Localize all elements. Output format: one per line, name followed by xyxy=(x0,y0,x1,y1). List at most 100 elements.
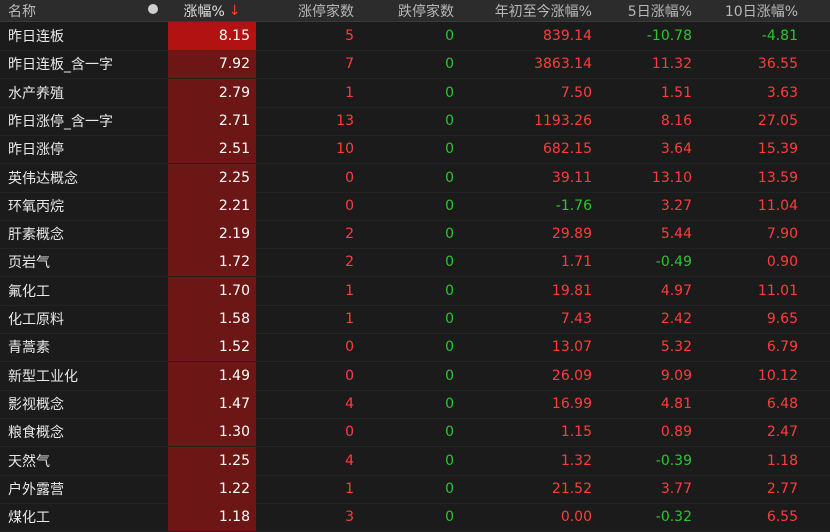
ytd-change-cell: 7.43 xyxy=(560,311,592,327)
change-pct-cell: 1.22 xyxy=(168,474,256,503)
limit-up-count-cell: 0 xyxy=(345,339,354,356)
change-pct-cell: 2.21 xyxy=(168,191,256,220)
sort-descending-icon[interactable]: ↓ xyxy=(229,3,241,19)
limit-down-count-cell: 0 xyxy=(445,509,454,526)
ytd-change-cell: 839.14 xyxy=(543,28,592,44)
limit-up-count-cell: 1 xyxy=(345,480,354,497)
ytd-change-cell: 1.32 xyxy=(560,452,592,469)
limit-down-count-cell: 0 xyxy=(445,169,454,186)
d5-change-cell: 0.89 xyxy=(660,424,692,441)
d5-change-cell: 9.09 xyxy=(660,367,692,384)
table-row[interactable]: 昨日连板_含一字 7.92 7 0 3863.14 11.32 36.55 xyxy=(0,50,830,80)
sector-name: 肝素概念 xyxy=(8,227,64,244)
table-row[interactable]: 水产养殖 2.79 1 0 7.50 1.51 3.63 xyxy=(0,78,830,108)
table-row[interactable]: 氟化工 1.70 1 0 19.81 4.97 11.01 xyxy=(0,276,830,306)
change-pct-label: 涨幅% xyxy=(183,3,225,20)
limit-up-count-cell: 1 xyxy=(345,311,354,327)
table-row[interactable]: 肝素概念 2.19 2 0 29.89 5.44 7.90 xyxy=(0,220,830,250)
d10-change-cell: 6.55 xyxy=(766,509,798,526)
d10-change-cell: 6.48 xyxy=(766,395,798,412)
d10-change-cell: 7.90 xyxy=(766,226,798,243)
sector-name: 环氧丙烷 xyxy=(8,198,64,215)
change-pct-cell: 2.79 xyxy=(168,78,256,107)
column-header-name[interactable]: 名称 xyxy=(0,0,168,21)
column-header-10d-change[interactable]: 10日涨幅% xyxy=(694,0,800,21)
change-pct-cell: 7.92 xyxy=(168,50,256,79)
column-header-change-pct[interactable]: 涨幅% ↓ xyxy=(168,0,256,21)
change-pct-cell: 1.18 xyxy=(168,503,256,532)
sector-name: 昨日连板 xyxy=(8,29,64,45)
limit-up-count-cell: 1 xyxy=(345,282,354,299)
sector-name: 影视概念 xyxy=(8,396,64,413)
ytd-change-cell: 29.89 xyxy=(551,226,592,243)
ytd-change-cell: 7.50 xyxy=(560,84,592,101)
d10-change-cell: 2.77 xyxy=(766,480,798,497)
sector-name: 昨日涨停 xyxy=(8,142,64,159)
table-row[interactable]: 新型工业化 1.49 0 0 26.09 9.09 10.12 xyxy=(0,361,830,391)
column-header-ytd-change[interactable]: 年初至今涨幅% xyxy=(456,0,594,21)
table-row[interactable]: 英伟达概念 2.25 0 0 39.11 13.10 13.59 xyxy=(0,163,830,193)
d10-change-cell: 11.04 xyxy=(757,197,798,214)
limit-down-count-cell: 0 xyxy=(445,28,454,44)
limit-up-count-cell: 0 xyxy=(345,424,354,441)
sector-name: 粮食概念 xyxy=(8,425,64,442)
ytd-change-cell: 0.00 xyxy=(560,509,592,526)
column-header-limit-up-count[interactable]: 涨停家数 xyxy=(256,0,356,21)
table-row[interactable]: 粮食概念 1.30 0 0 1.15 0.89 2.47 xyxy=(0,418,830,448)
change-pct-cell: 1.58 xyxy=(168,305,256,333)
d5-change-cell: 3.64 xyxy=(660,141,692,158)
ytd-change-cell: 3863.14 xyxy=(534,56,592,73)
sector-ranking-table: 名称 涨幅% ↓ 涨停家数 跌停家数 年初至今涨幅% 5日涨幅% 10日涨幅% … xyxy=(0,0,830,532)
limit-down-count-cell: 0 xyxy=(445,197,454,214)
d10-change-cell: 15.39 xyxy=(757,141,798,158)
table-row[interactable]: 化工原料 1.58 1 0 7.43 2.42 9.65 xyxy=(0,305,830,334)
change-pct-cell: 1.30 xyxy=(168,418,256,447)
limit-down-count-cell: 0 xyxy=(445,311,454,327)
sector-name: 英伟达概念 xyxy=(8,170,78,187)
table-row[interactable]: 天然气 1.25 4 0 1.32 -0.39 1.18 xyxy=(0,446,830,476)
sector-name: 昨日涨停_含一字 xyxy=(8,113,113,130)
sector-name: 新型工业化 xyxy=(8,368,78,385)
column-header-5d-change[interactable]: 5日涨幅% xyxy=(594,0,694,21)
table-row[interactable]: 页岩气 1.72 2 0 1.71 -0.49 0.90 xyxy=(0,248,830,278)
sector-name: 化工原料 xyxy=(8,312,64,328)
column-header-limit-down-count[interactable]: 跌停家数 xyxy=(356,0,456,21)
limit-down-count-cell: 0 xyxy=(445,424,454,441)
change-pct-cell: 2.25 xyxy=(168,163,256,192)
limit-up-count-cell: 13 xyxy=(336,112,354,129)
change-pct-cell: 1.47 xyxy=(168,389,256,418)
d10-change-cell: 2.47 xyxy=(766,424,798,441)
table-row[interactable]: 青蒿素 1.52 0 0 13.07 5.32 6.79 xyxy=(0,333,830,363)
change-pct-cell: 8.15 xyxy=(168,22,256,50)
d10-change-cell: 11.01 xyxy=(757,282,798,299)
limit-up-count-cell: 2 xyxy=(345,254,354,271)
change-pct-cell: 2.51 xyxy=(168,135,256,164)
limit-down-count-cell: 0 xyxy=(445,282,454,299)
change-pct-cell: 2.19 xyxy=(168,220,256,249)
limit-down-count-cell: 0 xyxy=(445,480,454,497)
limit-down-count-cell: 0 xyxy=(445,452,454,469)
ytd-change-cell: 682.15 xyxy=(543,141,592,158)
d5-change-cell: 8.16 xyxy=(660,112,692,129)
limit-down-count-cell: 0 xyxy=(445,112,454,129)
dot-icon[interactable] xyxy=(148,4,158,14)
limit-up-count-cell: 0 xyxy=(345,197,354,214)
table-row[interactable]: 昨日连板 8.15 5 0 839.14 -10.78 -4.81 xyxy=(0,22,830,51)
d5-change-cell: 4.97 xyxy=(660,282,692,299)
limit-down-count-cell: 0 xyxy=(445,367,454,384)
d5-change-cell: -0.49 xyxy=(655,254,692,271)
table-row[interactable]: 环氧丙烷 2.21 0 0 -1.76 3.27 11.04 xyxy=(0,191,830,221)
limit-down-count-cell: 0 xyxy=(445,84,454,101)
limit-up-count-cell: 3 xyxy=(345,509,354,526)
d5-change-cell: -0.39 xyxy=(655,452,692,469)
d10-change-cell: 3.63 xyxy=(766,84,798,101)
table-row[interactable]: 影视概念 1.47 4 0 16.99 4.81 6.48 xyxy=(0,389,830,419)
ytd-change-cell: -1.76 xyxy=(555,197,592,214)
d10-change-cell: 13.59 xyxy=(757,169,798,186)
limit-up-count-cell: 10 xyxy=(336,141,354,158)
table-row[interactable]: 昨日涨停_含一字 2.71 13 0 1193.26 8.16 27.05 xyxy=(0,106,830,136)
d5-change-cell: 3.27 xyxy=(660,197,692,214)
sector-name: 户外露营 xyxy=(8,481,64,498)
table-row[interactable]: 昨日涨停 2.51 10 0 682.15 3.64 15.39 xyxy=(0,135,830,165)
table-row[interactable]: 户外露营 1.22 1 0 21.52 3.77 2.77 xyxy=(0,474,830,504)
